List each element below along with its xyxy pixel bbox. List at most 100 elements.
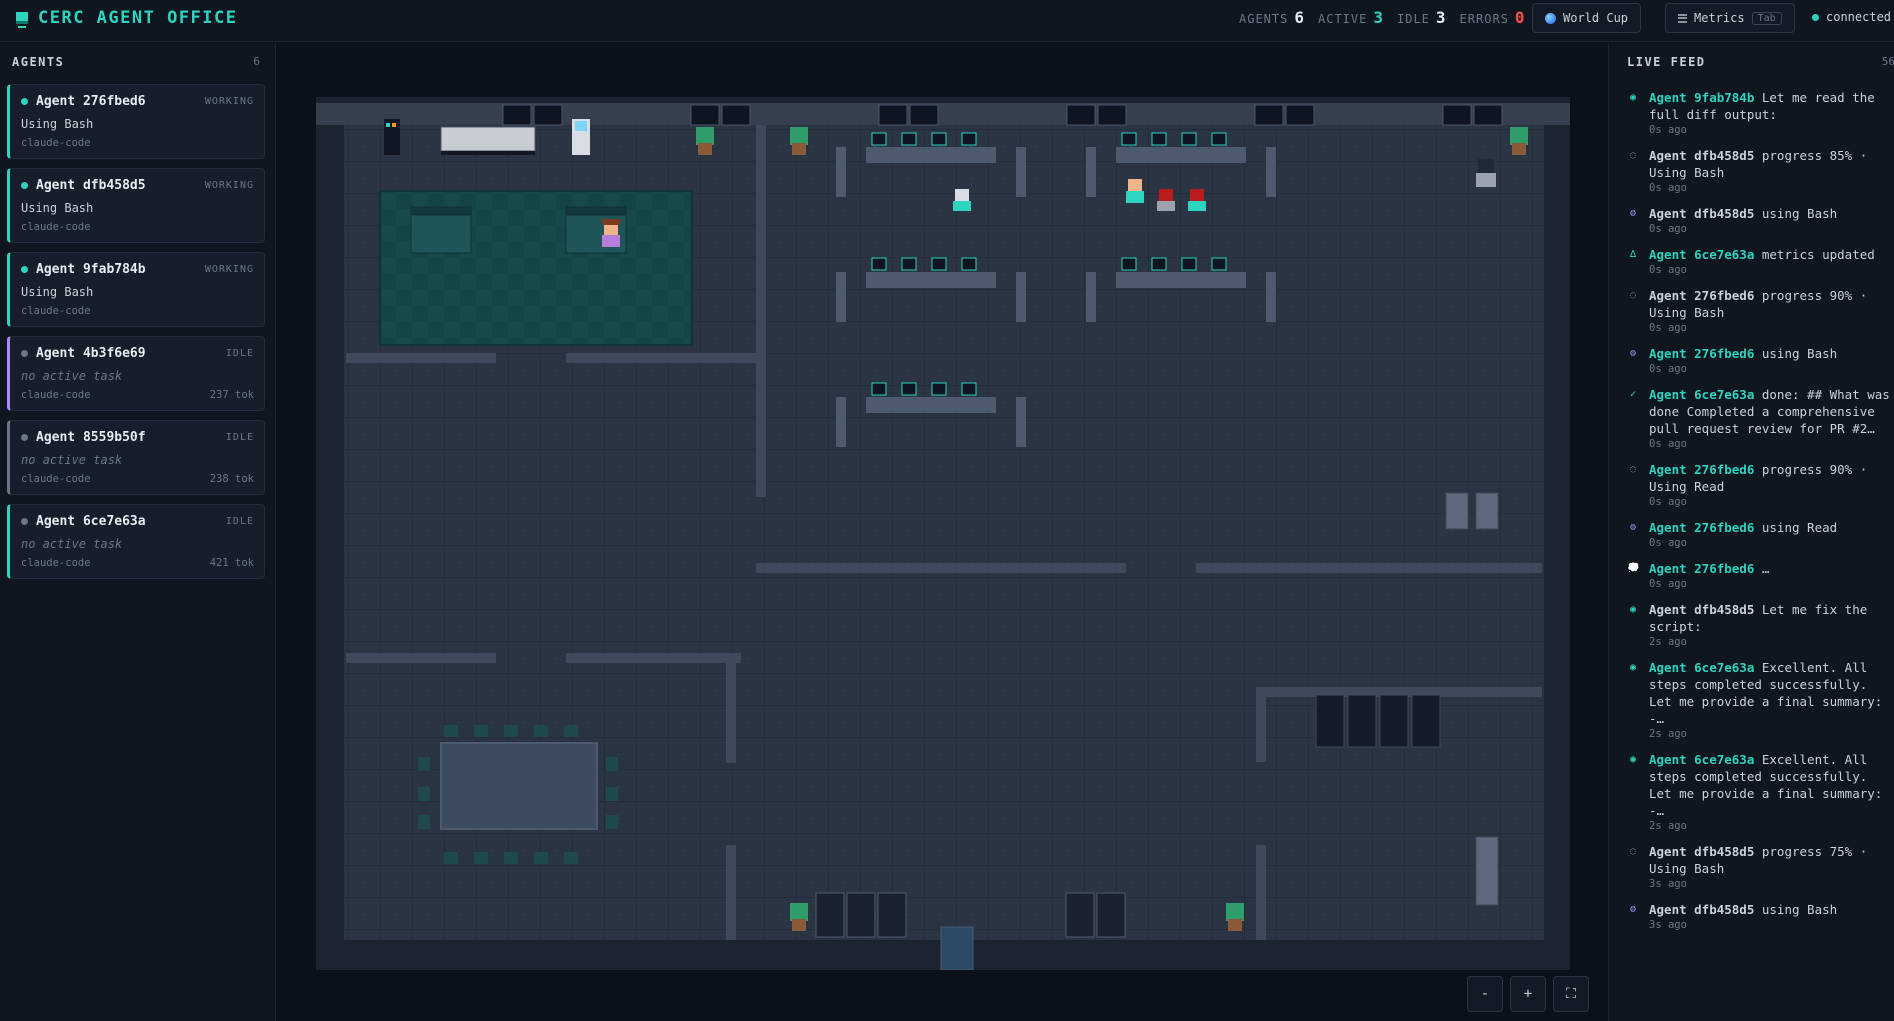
brand: CERC AGENT OFFICE (16, 8, 238, 28)
office-floor-map[interactable] (316, 97, 1570, 970)
live-feed-list[interactable]: ◉ Agent 9fab784b Let me read the full dif… (1627, 89, 1893, 942)
window (533, 104, 563, 126)
fit-view-button[interactable]: ⛶ (1553, 976, 1589, 1012)
agent-name: Agent 9fab784b (36, 262, 146, 277)
feed-timestamp: 0s ago (1649, 537, 1687, 549)
stat-active-value: 3 (1373, 8, 1383, 27)
feed-agent-name: Agent 6ce7e63a (1649, 247, 1755, 262)
agent-card[interactable]: Agent 4b3f6e69 IDLE no active task claude… (7, 336, 265, 411)
agent-task: Using Bash (21, 117, 94, 131)
feed-agent-name: Agent dfb458d5 (1649, 844, 1755, 859)
agent-sprite-working (1157, 189, 1175, 211)
window (1254, 104, 1284, 126)
feed-event-icon: ∆ (1629, 249, 1637, 260)
agent-status: IDLE (225, 516, 254, 527)
agent-tokens: 238 tok (209, 473, 254, 485)
status-dot-icon (21, 434, 28, 441)
feed-message: using Read (1754, 520, 1838, 535)
feed-item[interactable]: ◉ Agent 6ce7e63a Excellent. All steps com… (1627, 751, 1893, 833)
agent-sprite-working (953, 189, 971, 211)
status-dot-icon (21, 518, 28, 525)
world-cup-button[interactable]: World Cup (1532, 3, 1642, 33)
feed-item[interactable]: ⚙ Agent dfb458d5 using Bash 0s ago (1627, 205, 1893, 236)
office-door (940, 926, 974, 970)
feed-item[interactable]: ◌ Agent 276fbed6 progress 90% · Using Bas… (1627, 287, 1893, 335)
feed-item[interactable]: ◉ Agent 9fab784b Let me read the full dif… (1627, 89, 1893, 137)
agent-card[interactable]: Agent dfb458d5 WORKING Using Bash claude-… (7, 168, 265, 243)
feed-event-icon: ◉ (1629, 604, 1637, 615)
feed-item-text: Agent dfb458d5 using Bash (1649, 205, 1893, 222)
feed-item[interactable]: ◌ Agent dfb458d5 progress 75% · Using Bas… (1627, 843, 1893, 891)
agent-type: claude-code (21, 473, 91, 485)
feed-item-body: Agent dfb458d5 Let me fix the script: 2s … (1649, 601, 1893, 649)
feed-item[interactable]: ◌ Agent 276fbed6 progress 90% · Using Rea… (1627, 461, 1893, 509)
agent-type: claude-code (21, 137, 91, 149)
feed-item-body: Agent 6ce7e63a Excellent. All steps comp… (1649, 751, 1893, 833)
feed-item[interactable]: ◉ Agent 6ce7e63a Excellent. All steps com… (1627, 659, 1893, 741)
feed-item[interactable]: ⚙ Agent 276fbed6 using Read 0s ago (1627, 519, 1893, 550)
agent-card[interactable]: Agent 276fbed6 WORKING Using Bash claude-… (7, 84, 265, 159)
sofa (410, 206, 472, 254)
stat-active: ACTIVE 3 (1318, 8, 1383, 27)
feed-item[interactable]: ⚙ Agent 276fbed6 using Bash 0s ago (1627, 345, 1893, 376)
feed-agent-name: Agent 276fbed6 (1649, 462, 1755, 477)
stat-idle-value: 3 (1435, 8, 1446, 27)
feed-agent-name: Agent 6ce7e63a (1649, 387, 1755, 402)
feed-agent-name: Agent dfb458d5 (1649, 206, 1755, 221)
feed-item-text: Agent dfb458d5 progress 85% · Using Bash (1649, 147, 1893, 181)
agent-card[interactable]: Agent 9fab784b WORKING Using Bash claude-… (7, 252, 265, 327)
agent-tokens: 421 tok (209, 557, 254, 569)
status-dot-icon (21, 182, 28, 189)
agent-task: Using Bash (21, 285, 94, 299)
feed-agent-name: Agent 6ce7e63a (1649, 660, 1755, 675)
feed-item-text: Agent 6ce7e63a metrics updated (1649, 246, 1893, 263)
metrics-button[interactable]: Metrics Tab (1665, 3, 1795, 33)
stat-errors-label: ERRORS (1459, 12, 1509, 26)
status-dot-icon (21, 266, 28, 273)
live-feed-title: LIVE FEED (1627, 55, 1706, 69)
agent-card[interactable]: Agent 8559b50f IDLE no active task claude… (7, 420, 265, 495)
feed-item[interactable]: ∆ Agent 6ce7e63a metrics updated 0s ago (1627, 246, 1893, 277)
feed-timestamp: 0s ago (1649, 223, 1687, 235)
agent-sprite-working (1126, 179, 1144, 203)
feed-message: using Bash (1754, 902, 1838, 917)
connection-dot-icon (1812, 13, 1819, 21)
feed-item[interactable]: ✓ Agent 6ce7e63a done: ## What was done C… (1627, 386, 1893, 451)
feed-item-body: Agent 6ce7e63a metrics updated 0s ago (1649, 246, 1893, 277)
agent-tokens: 237 tok (209, 389, 254, 401)
agent-status: WORKING (204, 264, 254, 275)
agent-task: no active task (21, 453, 123, 467)
agents-count: 6 (253, 55, 260, 68)
feed-event-icon: ⚙ (1629, 348, 1637, 359)
feed-timestamp: 0s ago (1649, 438, 1687, 450)
connection-status: connected (1812, 10, 1891, 24)
zoom-out-button[interactable]: - (1467, 976, 1503, 1012)
feed-event-icon: ◌ (1629, 290, 1637, 301)
app-title: CERC AGENT OFFICE (38, 8, 238, 28)
feed-timestamp: 0s ago (1649, 578, 1687, 590)
live-feed-header: LIVE FEED 56 (1627, 55, 1894, 69)
feed-item[interactable]: 💭 Agent 276fbed6 … 0s ago (1627, 560, 1893, 591)
feed-timestamp: 3s ago (1649, 878, 1687, 890)
agent-task: Using Bash (21, 201, 94, 215)
agent-sprite-standing (1476, 159, 1496, 187)
metrics-icon (1678, 13, 1687, 23)
zoom-in-button[interactable]: + (1510, 976, 1546, 1012)
feed-item[interactable]: ◌ Agent dfb458d5 progress 85% · Using Bas… (1627, 147, 1893, 195)
status-dot-icon (21, 98, 28, 105)
agent-status: IDLE (225, 348, 254, 359)
agent-type: claude-code (21, 305, 91, 317)
feed-timestamp: 0s ago (1649, 182, 1687, 194)
agents-title: AGENTS (12, 55, 65, 69)
feed-agent-name: Agent 276fbed6 (1649, 520, 1755, 535)
feed-message: metrics updated (1754, 247, 1875, 262)
agent-card[interactable]: Agent 6ce7e63a IDLE no active task claude… (7, 504, 265, 579)
feed-agent-name: Agent 9fab784b (1649, 90, 1755, 105)
agent-name: Agent 6ce7e63a (36, 514, 146, 529)
window (1285, 104, 1315, 126)
feed-item[interactable]: ⚙ Agent dfb458d5 using Bash 3s ago (1627, 901, 1893, 932)
feed-item[interactable]: ◉ Agent dfb458d5 Let me fix the script: 2s… (1627, 601, 1893, 649)
feed-item-text: Agent dfb458d5 Let me fix the script: (1649, 601, 1893, 635)
feed-event-icon: ⚙ (1629, 904, 1637, 915)
feed-event-icon: ⚙ (1629, 522, 1637, 533)
